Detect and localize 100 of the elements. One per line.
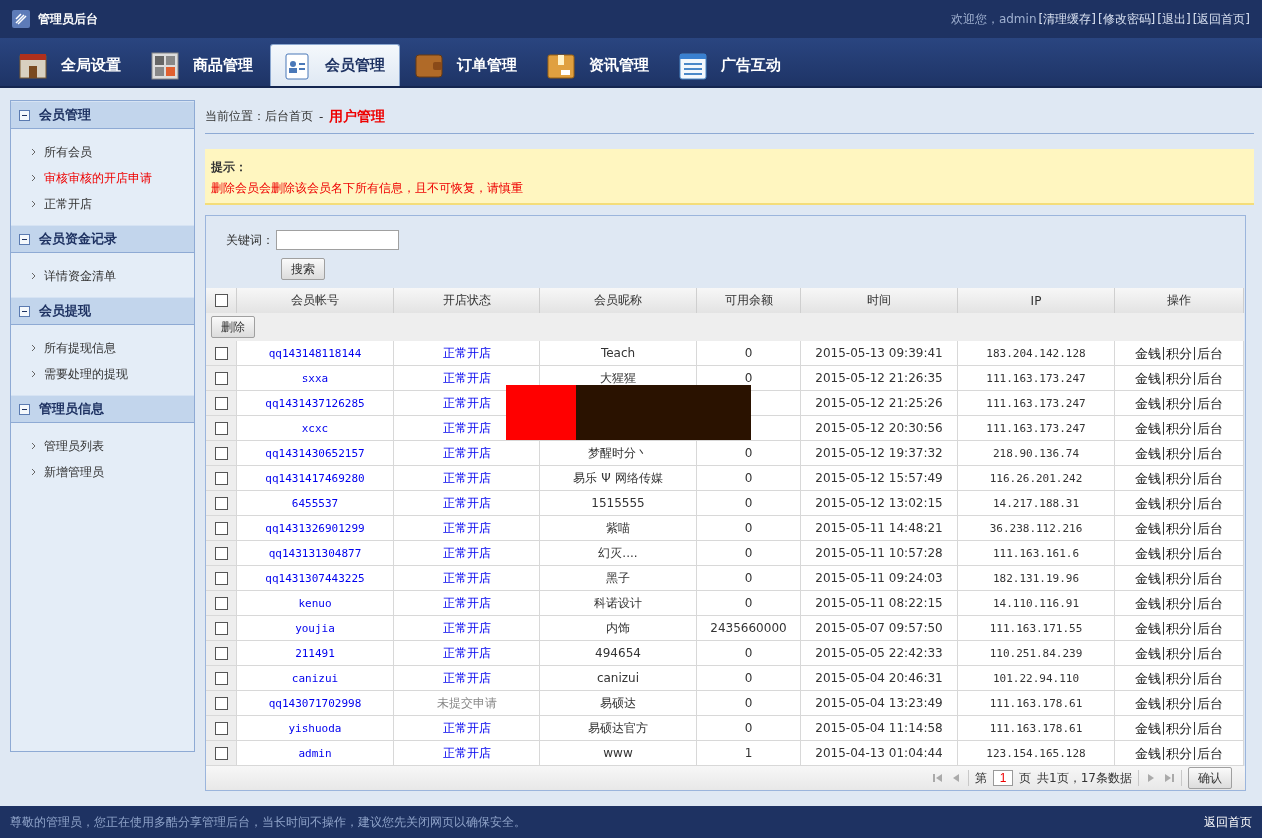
sidebar-group-header[interactable]: 会员管理 xyxy=(11,101,194,129)
action-link[interactable]: 金钱 xyxy=(1133,396,1163,410)
nav-tab[interactable]: 订单管理 xyxy=(402,44,532,86)
action-link[interactable]: 金钱 xyxy=(1133,446,1163,460)
row-checkbox[interactable] xyxy=(214,746,228,760)
action-link[interactable]: 积分 xyxy=(1163,646,1194,660)
confirm-button[interactable]: 确认 xyxy=(1188,767,1232,789)
action-link[interactable]: 后台 xyxy=(1194,671,1225,685)
action-link[interactable]: 金钱 xyxy=(1133,571,1163,585)
action-link[interactable]: 后台 xyxy=(1194,571,1225,585)
action-link[interactable]: 积分 xyxy=(1163,471,1194,485)
status-link[interactable]: 正常开店 xyxy=(442,644,491,662)
status-link[interactable]: 正常开店 xyxy=(442,469,491,487)
collapse-icon[interactable] xyxy=(19,109,30,121)
account-link[interactable]: yishuoda xyxy=(288,721,342,735)
action-link[interactable]: 金钱 xyxy=(1133,496,1163,510)
action-link[interactable]: 后台 xyxy=(1194,421,1225,435)
account-link[interactable]: xcxc xyxy=(301,421,329,435)
account-link[interactable]: kenuo xyxy=(298,596,332,610)
action-link[interactable]: 金钱 xyxy=(1133,346,1163,360)
footer-link[interactable]: 返回首页 xyxy=(1204,813,1252,831)
account-link[interactable]: qq143131304877 xyxy=(268,546,362,560)
action-link[interactable]: 积分 xyxy=(1163,421,1194,435)
action-link[interactable]: 金钱 xyxy=(1133,521,1163,535)
status-link[interactable]: 正常开店 xyxy=(442,344,491,362)
status-link[interactable]: 正常开店 xyxy=(442,594,491,612)
sidebar-item[interactable]: 所有会员 xyxy=(31,139,194,165)
account-link[interactable]: 211491 xyxy=(295,646,335,660)
row-checkbox[interactable] xyxy=(214,646,228,660)
action-link[interactable]: 金钱 xyxy=(1133,421,1163,435)
collapse-icon[interactable] xyxy=(19,403,30,415)
status-link[interactable]: 正常开店 xyxy=(442,719,491,737)
row-checkbox[interactable] xyxy=(214,471,228,485)
nav-tab[interactable]: 广告互动 xyxy=(666,44,796,86)
action-link[interactable]: 积分 xyxy=(1163,596,1194,610)
row-checkbox[interactable] xyxy=(214,571,228,585)
account-link[interactable]: qq1431307443225 xyxy=(265,571,365,585)
action-link[interactable]: 积分 xyxy=(1163,446,1194,460)
action-link[interactable]: 积分 xyxy=(1163,671,1194,685)
collapse-icon[interactable] xyxy=(19,305,30,317)
action-link[interactable]: 金钱 xyxy=(1133,646,1163,660)
status-link[interactable]: 正常开店 xyxy=(442,544,491,562)
account-link[interactable]: youjia xyxy=(295,621,335,635)
action-link[interactable]: 积分 xyxy=(1163,571,1194,585)
action-link[interactable]: 积分 xyxy=(1163,746,1194,760)
delete-button[interactable]: 删除 xyxy=(211,316,255,338)
account-link[interactable]: qq143071702998 xyxy=(268,696,362,710)
sidebar-item[interactable]: 所有提现信息 xyxy=(31,335,194,361)
account-link[interactable]: qq1431326901299 xyxy=(265,521,365,535)
search-button[interactable]: 搜索 xyxy=(281,258,325,280)
status-link[interactable]: 正常开店 xyxy=(442,444,491,462)
sidebar-item[interactable]: 审核审核的开店申请 xyxy=(31,165,194,191)
action-link[interactable]: 积分 xyxy=(1163,371,1194,385)
row-checkbox[interactable] xyxy=(214,371,228,385)
action-link[interactable]: 后台 xyxy=(1194,596,1225,610)
action-link[interactable]: 积分 xyxy=(1163,396,1194,410)
sidebar-group-header[interactable]: 会员资金记录 xyxy=(11,225,194,253)
row-checkbox[interactable] xyxy=(214,346,228,360)
status-link[interactable]: 正常开店 xyxy=(442,669,491,687)
status-link[interactable]: 正常开店 xyxy=(442,394,491,412)
row-checkbox[interactable] xyxy=(214,546,228,560)
sidebar-item[interactable]: 新增管理员 xyxy=(31,459,194,485)
nav-tab[interactable]: 会员管理 xyxy=(270,44,400,86)
row-checkbox[interactable] xyxy=(214,721,228,735)
action-link[interactable]: 金钱 xyxy=(1133,471,1163,485)
sidebar-item[interactable]: 详情资金清单 xyxy=(31,263,194,289)
row-checkbox[interactable] xyxy=(214,621,228,635)
action-link[interactable]: 后台 xyxy=(1194,371,1225,385)
sidebar-group-header[interactable]: 会员提现 xyxy=(11,297,194,325)
nav-tab[interactable]: 商品管理 xyxy=(138,44,268,86)
row-checkbox[interactable] xyxy=(214,496,228,510)
row-checkbox[interactable] xyxy=(214,696,228,710)
page-field[interactable]: 1 xyxy=(993,770,1014,786)
sidebar-item[interactable]: 正常开店 xyxy=(31,191,194,217)
account-link[interactable]: admin xyxy=(298,746,332,760)
action-link[interactable]: 积分 xyxy=(1163,521,1194,535)
account-link[interactable]: sxxa xyxy=(301,371,329,385)
status-link[interactable]: 正常开店 xyxy=(442,569,491,587)
status-link[interactable]: 正常开店 xyxy=(442,419,491,437)
account-link[interactable]: qq143148118144 xyxy=(268,346,362,360)
action-link[interactable]: 积分 xyxy=(1163,346,1194,360)
action-link[interactable]: 后台 xyxy=(1194,521,1225,535)
status-link[interactable]: 正常开店 xyxy=(442,619,491,637)
status-link[interactable]: 正常开店 xyxy=(442,744,491,762)
status-link[interactable]: 正常开店 xyxy=(442,369,491,387)
nav-tab[interactable]: 全局设置 xyxy=(6,44,136,86)
sidebar-group-header[interactable]: 管理员信息 xyxy=(11,395,194,423)
action-link[interactable]: 积分 xyxy=(1163,546,1194,560)
account-link[interactable]: 6455537 xyxy=(291,496,339,510)
top-link[interactable]: [修改密码] xyxy=(1097,10,1156,28)
action-link[interactable]: 金钱 xyxy=(1133,596,1163,610)
top-link[interactable]: [退出] xyxy=(1157,10,1191,28)
action-link[interactable]: 后台 xyxy=(1194,446,1225,460)
action-link[interactable]: 后台 xyxy=(1194,746,1225,760)
action-link[interactable]: 金钱 xyxy=(1133,746,1163,760)
action-link[interactable]: 金钱 xyxy=(1133,696,1163,710)
select-all-checkbox[interactable] xyxy=(214,294,228,307)
row-checkbox[interactable] xyxy=(214,446,228,460)
keyword-field[interactable] xyxy=(276,230,399,250)
row-checkbox[interactable] xyxy=(214,596,228,610)
